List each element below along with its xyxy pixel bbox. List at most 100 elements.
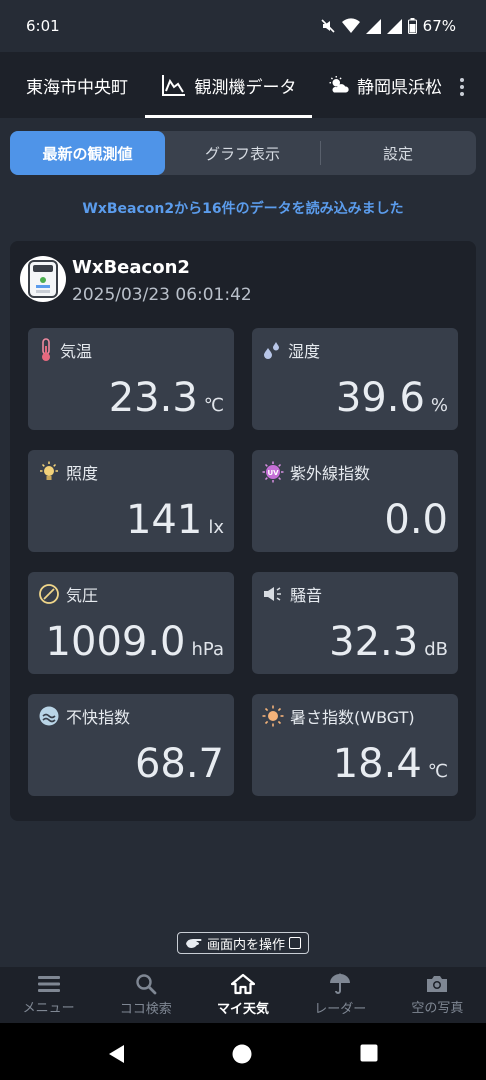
tile-noise: 騒音 32.3 dB — [252, 572, 458, 674]
tile-label-text: 騒音 — [290, 586, 323, 605]
value-unit: ℃ — [427, 761, 448, 782]
tab-observation-data[interactable]: 観測機データ — [145, 52, 312, 118]
value-number: 68.7 — [134, 741, 224, 787]
nav-label: メニュー — [22, 1001, 75, 1016]
svg-text:UV: UV — [267, 469, 279, 477]
tile-value: 39.6 % — [336, 378, 448, 418]
nav-radar[interactable]: レーダー — [292, 967, 389, 1023]
chart-line-icon — [161, 75, 185, 96]
hand-pointer-icon — [185, 939, 202, 948]
tile-label: 気温 — [38, 338, 92, 362]
tile-value: 68.7 — [135, 744, 224, 784]
device-card: WxBeacon2 2025/03/23 06:01:42 気温 23.3 ℃ … — [10, 241, 476, 821]
wifi-icon — [341, 18, 360, 33]
nav-sky-photos[interactable]: 空の写真 — [389, 967, 486, 1023]
tile-discomfort-index: 不快指数 68.7 — [28, 694, 234, 796]
value-unit: ℃ — [203, 395, 224, 416]
nav-menu[interactable]: メニュー — [0, 967, 97, 1023]
back-icon[interactable] — [107, 1044, 127, 1064]
tile-label-text: 気圧 — [66, 586, 99, 605]
tab-tokai[interactable]: 東海市中央町 — [0, 52, 145, 118]
status-time: 6:01 — [26, 17, 60, 35]
tab-shizuoka[interactable]: 静岡県浜松 — [312, 52, 442, 118]
nav-label: レーダー — [314, 1002, 367, 1017]
battery-percent: 67% — [422, 17, 456, 35]
status-bar: 6:01 67% — [0, 0, 486, 52]
tile-temperature: 気温 23.3 ℃ — [28, 328, 234, 430]
tile-illuminance: 照度 141 lx — [28, 450, 234, 552]
operate-label: 画面内を操作 — [206, 937, 285, 953]
nav-my-weather[interactable]: マイ天気 — [194, 967, 291, 1023]
tile-label-text: 暑さ指数(WBGT) — [290, 708, 415, 727]
signal-icon — [365, 18, 381, 34]
tile-value: 18.4 ℃ — [333, 744, 448, 784]
value-number: 23.3 — [108, 375, 198, 421]
device-name: WxBeacon2 — [72, 257, 190, 278]
checkbox-square-icon — [289, 937, 301, 949]
tile-label: 暑さ指数(WBGT) — [262, 704, 415, 728]
operate-screen-button[interactable]: 画面内を操作 — [177, 932, 309, 954]
tile-value: 32.3 dB — [329, 622, 448, 662]
home-circle-icon[interactable] — [232, 1044, 252, 1064]
value-number: 18.4 — [332, 741, 422, 787]
recents-square-icon[interactable] — [360, 1044, 378, 1062]
tile-humidity: 湿度 39.6 % — [252, 328, 458, 430]
value-number: 0.0 — [384, 497, 448, 543]
segment-settings[interactable]: 設定 — [320, 131, 476, 175]
tile-label: 不快指数 — [38, 704, 130, 728]
tile-uv-index: UV 紫外線指数 0.0 — [252, 450, 458, 552]
tile-pressure: 気圧 1009.0 hPa — [28, 572, 234, 674]
tab-label: 静岡県浜松 — [357, 77, 442, 98]
menu-icon — [37, 976, 60, 992]
home-icon — [231, 973, 255, 995]
tile-label-text: 不快指数 — [66, 708, 131, 727]
thermometer-icon — [42, 338, 50, 361]
tile-value: 1009.0 hPa — [46, 622, 224, 662]
status-icons: 67% — [320, 17, 456, 35]
battery-icon — [407, 18, 417, 34]
device-timestamp: 2025/03/23 06:01:42 — [72, 285, 252, 305]
light-bulb-icon — [40, 461, 58, 480]
droplets-icon — [264, 342, 279, 359]
tile-value: 141 lx — [126, 500, 224, 540]
tab-label: 東海市中央町 — [26, 77, 128, 98]
value-unit: dB — [424, 639, 448, 660]
signal-icon-2 — [386, 18, 402, 34]
camera-icon — [427, 976, 448, 992]
nav-label: マイ天気 — [217, 1002, 270, 1017]
tile-label: 湿度 — [262, 338, 320, 362]
tab-label: 観測機データ — [194, 77, 297, 98]
umbrella-icon — [330, 973, 351, 994]
tile-value: 0.0 — [384, 500, 448, 540]
segment-graph[interactable]: グラフ表示 — [165, 131, 320, 175]
nav-label: 空の写真 — [411, 1001, 464, 1016]
value-unit: lx — [208, 517, 224, 538]
value-number: 141 — [125, 497, 203, 543]
tile-label: 騒音 — [262, 582, 322, 606]
view-switcher: 最新の観測値 グラフ表示 設定 — [10, 131, 476, 175]
segment-label: グラフ表示 — [204, 144, 280, 163]
tile-label-text: 紫外線指数 — [290, 464, 371, 483]
tile-label-text: 照度 — [66, 464, 99, 483]
uv-icon: UV — [262, 461, 284, 483]
segment-latest[interactable]: 最新の観測値 — [10, 131, 165, 175]
nav-search[interactable]: ココ検索 — [97, 967, 194, 1023]
search-icon — [136, 974, 157, 995]
more-options-icon[interactable] — [458, 78, 466, 96]
tile-label-text: 湿度 — [288, 342, 321, 361]
value-unit: % — [430, 395, 448, 416]
value-number: 1009.0 — [45, 619, 186, 665]
tile-label: 照度 — [38, 460, 98, 484]
tile-label: 気圧 — [38, 582, 98, 606]
gauge-icon — [39, 584, 59, 604]
value-number: 32.3 — [329, 619, 419, 665]
tile-wbgt: 暑さ指数(WBGT) 18.4 ℃ — [252, 694, 458, 796]
nav-label: ココ検索 — [119, 1002, 172, 1017]
location-tabs: 東海市中央町 観測機データ 静岡県浜松 — [0, 52, 486, 118]
value-unit: hPa — [191, 639, 224, 660]
sun-cloud-icon — [329, 76, 349, 93]
speaker-icon — [264, 587, 281, 601]
mute-icon — [321, 19, 335, 33]
sun-icon — [262, 705, 284, 727]
value-number: 39.6 — [335, 375, 425, 421]
